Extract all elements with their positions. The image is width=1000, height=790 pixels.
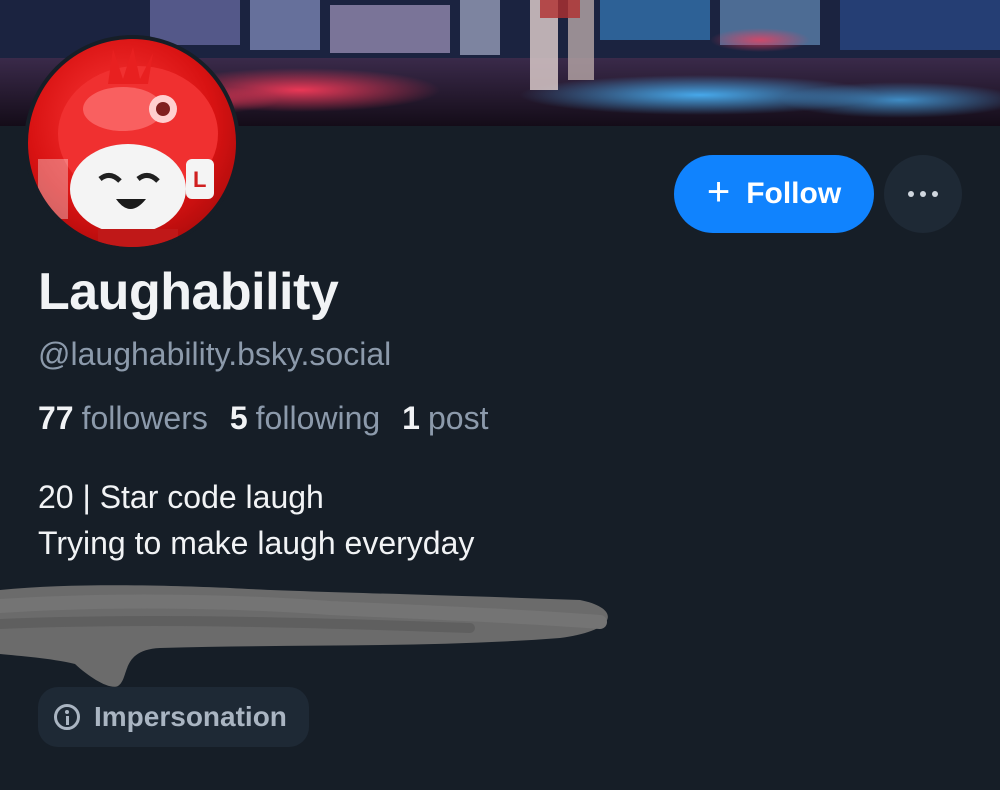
profile-bio: 20 | Star code laugh Trying to make laug… — [38, 474, 474, 566]
following-label: following — [255, 400, 381, 436]
display-name: Laughability — [38, 263, 339, 321]
redaction-scribble — [0, 585, 608, 687]
followers-stat[interactable]: 77 followers — [38, 400, 208, 437]
profile-handle: @laughability.bsky.social — [38, 336, 392, 372]
following-count: 5 — [229, 400, 248, 436]
ellipsis-icon — [908, 191, 914, 197]
followers-count: 77 — [38, 400, 74, 436]
plus-icon: + — [706, 170, 731, 214]
bio-line: Trying to make laugh everyday — [38, 525, 475, 561]
following-stat[interactable]: 5 following — [230, 400, 380, 437]
posts-label: post — [427, 400, 489, 436]
more-options-button[interactable] — [884, 155, 962, 233]
follow-button[interactable]: + Follow — [674, 155, 874, 233]
posts-stat: 1 post — [402, 400, 488, 437]
label-text: Impersonation — [94, 701, 287, 732]
posts-count: 1 — [402, 400, 420, 436]
avatar-image: L — [28, 39, 236, 247]
svg-text:L: L — [193, 167, 206, 192]
bio-line: 20 | Star code laugh — [38, 479, 324, 515]
profile-stats: 77 followers 5 following 1 post — [38, 400, 488, 437]
info-icon — [54, 704, 80, 730]
avatar[interactable]: L — [24, 35, 240, 251]
followers-label: followers — [81, 400, 208, 436]
impersonation-label[interactable]: Impersonation — [38, 687, 309, 747]
follow-label: Follow — [746, 177, 842, 210]
